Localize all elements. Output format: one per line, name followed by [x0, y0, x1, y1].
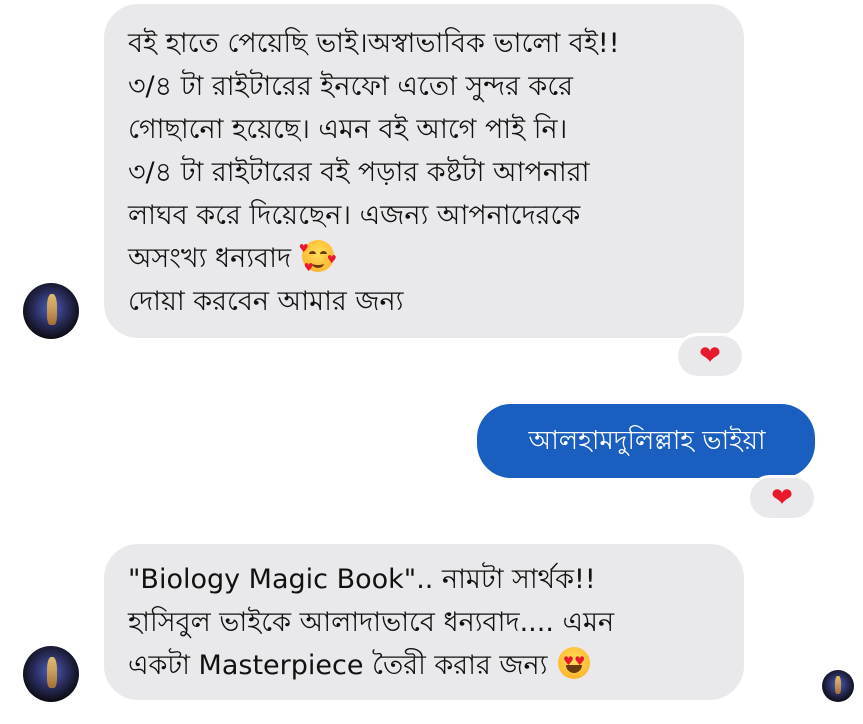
outgoing-message-bubble[interactable]: আলহামদুলিল্লাহ ভাইয়া — [477, 404, 815, 478]
message-text: "Biology Magic Book".. নামটা সার্থক!! হা… — [128, 564, 615, 681]
heart-reaction-icon: ❤ — [699, 341, 721, 371]
incoming-message-bubble[interactable]: "Biology Magic Book".. নামটা সার্থক!! হা… — [104, 544, 744, 700]
reaction-badge[interactable]: ❤ — [678, 336, 742, 376]
incoming-message-bubble[interactable]: বই হাতে পেয়েছি ভাই।অস্বাভাবিক ভালো বই!!… — [104, 4, 744, 338]
sender-avatar[interactable] — [23, 283, 79, 339]
smiling-face-with-hearts-icon: ♥ ♥ ♥ — [298, 240, 337, 274]
sender-avatar[interactable] — [23, 646, 79, 702]
read-receipt-avatar — [822, 670, 854, 702]
smiling-face-with-heart-eyes-icon: ♥ ♥ — [558, 647, 591, 679]
message-text: বই হাতে পেয়েছি ভাই।অস্বাভাবিক ভালো বই!!… — [128, 28, 620, 274]
chat-thread: বই হাতে পেয়েছি ভাই।অস্বাভাবিক ভালো বই!!… — [0, 0, 863, 724]
heart-reaction-icon: ❤ — [771, 483, 793, 513]
message-text-continued: দোয়া করবেন আমার জন্য — [128, 286, 404, 317]
message-text: আলহামদুলিল্লাহ ভাইয়া — [528, 426, 766, 456]
reaction-badge[interactable]: ❤ — [750, 478, 814, 518]
